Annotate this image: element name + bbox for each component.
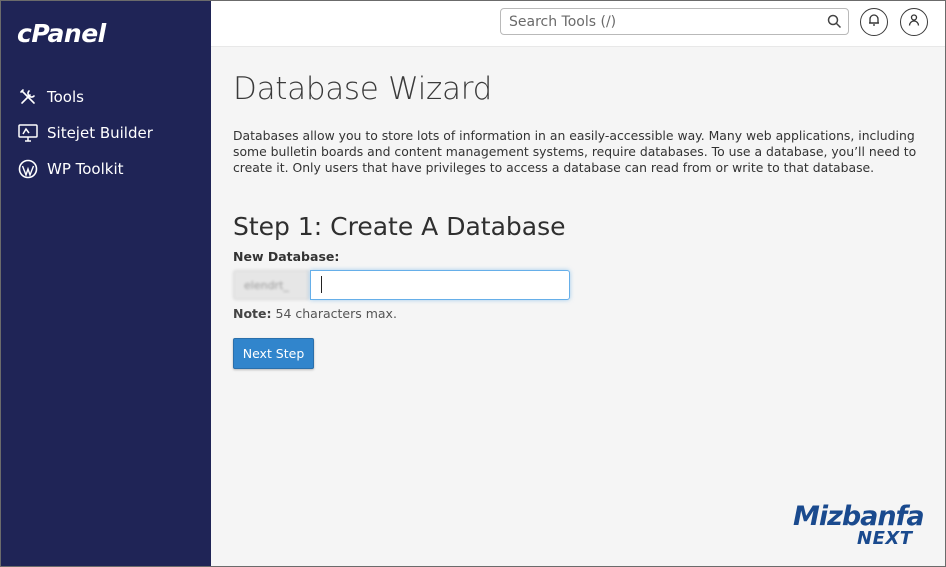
top-bar [211, 1, 945, 47]
watermark-line2: NEXT [857, 528, 913, 549]
sidebar-item-label: Tools [47, 88, 84, 106]
page-description: Databases allow you to store lots of inf… [233, 128, 917, 175]
new-database-row: elendrt_ [233, 270, 923, 300]
sidebar-item-wp-toolkit[interactable]: WP Toolkit [1, 151, 211, 187]
tools-icon [17, 86, 39, 108]
new-database-label: New Database: [233, 249, 340, 264]
cpanel-logo[interactable]: cPanel [17, 19, 106, 48]
sidebar-item-label: WP Toolkit [47, 160, 124, 178]
next-step-button[interactable]: Next Step [233, 338, 314, 369]
app-window: cPanel Tools Sitejet Builder WP Toolkit … [0, 0, 946, 567]
page-title: Database Wizard [233, 71, 493, 107]
note-label: Note: [233, 306, 272, 321]
search-box[interactable] [500, 8, 849, 35]
user-menu-button[interactable] [900, 8, 928, 36]
sidebar: cPanel Tools Sitejet Builder WP Toolkit [1, 1, 211, 566]
mizbanfa-watermark: Mizbanfa NEXT [793, 501, 933, 551]
main-content: Database Wizard Databases allow you to s… [233, 47, 923, 369]
notifications-button[interactable] [860, 8, 888, 36]
sidebar-item-tools[interactable]: Tools [1, 79, 211, 115]
sidebar-item-label: Sitejet Builder [47, 124, 153, 142]
sidebar-item-sitejet[interactable]: Sitejet Builder [1, 115, 211, 151]
sidebar-nav: Tools Sitejet Builder WP Toolkit [1, 79, 211, 187]
wordpress-icon [17, 158, 39, 180]
user-icon [907, 13, 921, 32]
search-icon[interactable] [827, 14, 842, 29]
step-title: Step 1: Create A Database [233, 212, 566, 241]
note: Note: 54 characters max. [233, 306, 923, 321]
new-database-input[interactable] [310, 270, 570, 300]
note-text: 54 characters max. [271, 306, 397, 321]
text-cursor [321, 276, 322, 293]
monitor-icon [17, 122, 39, 144]
database-prefix: elendrt_ [233, 270, 309, 300]
new-database-wrapper [309, 270, 570, 300]
bell-icon [867, 13, 881, 32]
search-input[interactable] [501, 9, 821, 34]
